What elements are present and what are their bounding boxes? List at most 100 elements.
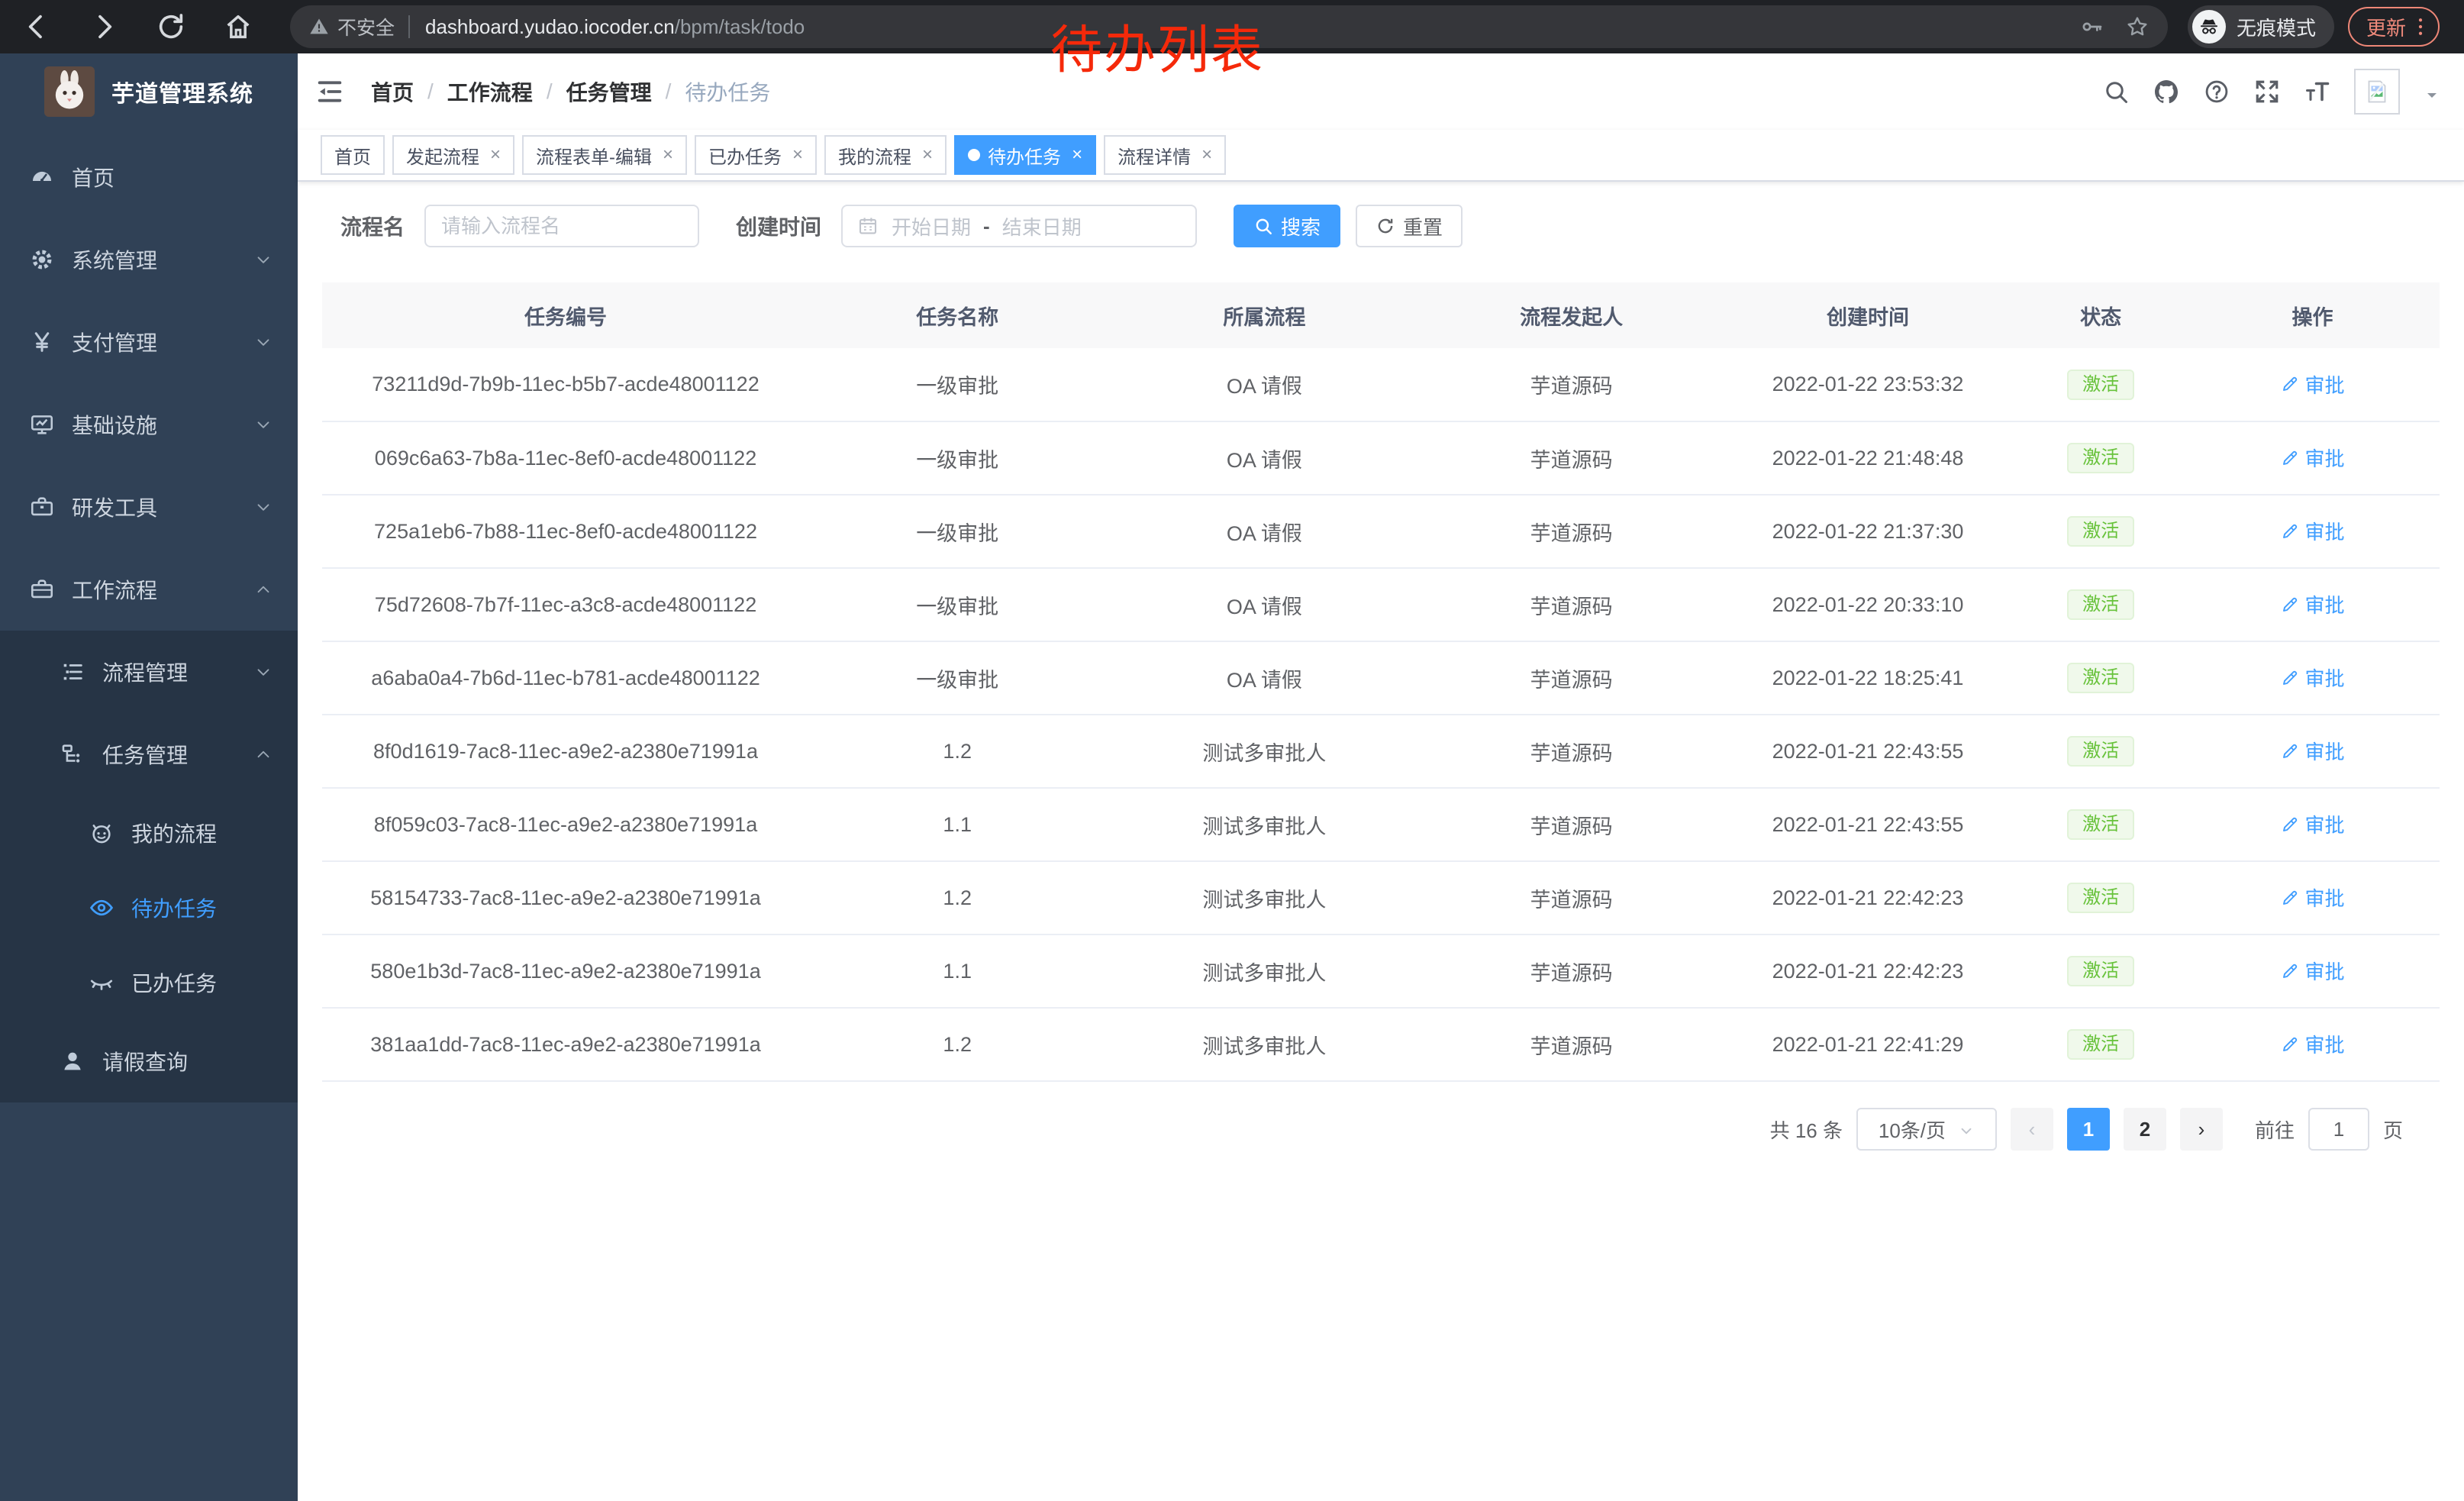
- status-badge: 激活: [2067, 589, 2134, 620]
- next-page-button[interactable]: ›: [2180, 1108, 2223, 1151]
- forward-icon[interactable]: [89, 11, 119, 42]
- tab-0[interactable]: 首页: [321, 135, 385, 175]
- approve-link[interactable]: 审批: [2281, 517, 2345, 545]
- approve-link[interactable]: 审批: [2281, 737, 2345, 765]
- action-cell: 审批: [2185, 568, 2440, 641]
- sidebar-item-11[interactable]: 请假查询: [0, 1020, 298, 1102]
- sidebar-item-4[interactable]: 研发工具: [0, 466, 298, 548]
- sidebar-item-5[interactable]: 工作流程: [0, 548, 298, 631]
- close-icon[interactable]: ×: [490, 146, 501, 164]
- tab-1[interactable]: 发起流程 ×: [392, 135, 514, 175]
- sidebar-item-1[interactable]: 系统管理: [0, 218, 298, 301]
- sidebar-item-6[interactable]: 流程管理: [0, 631, 298, 713]
- task-id-cell: 75d72608-7b7f-11ec-a3c8-acde48001122: [322, 568, 809, 641]
- sidebar-item-3[interactable]: 基础设施: [0, 383, 298, 466]
- tab-label: 发起流程: [406, 142, 479, 169]
- sidebar-item-label: 工作流程: [72, 574, 157, 605]
- status-cell: 激活: [2016, 421, 2185, 495]
- github-icon[interactable]: [2153, 78, 2180, 105]
- process-icon: [60, 659, 85, 685]
- help-icon[interactable]: [2203, 78, 2230, 105]
- update-button[interactable]: 更新: [2348, 7, 2440, 47]
- address-bar[interactable]: 不安全 dashboard.yudao.iocoder.cn/bpm/task/…: [290, 5, 2168, 48]
- created-time-cell: 2022-01-22 21:37:30: [1720, 495, 2016, 568]
- url-path: /bpm/task/todo: [675, 15, 805, 39]
- approve-link[interactable]: 审批: [2281, 957, 2345, 985]
- sidebar-item-8[interactable]: 我的流程: [0, 796, 298, 870]
- task-name-cell: 1.2: [809, 861, 1105, 934]
- tab-label: 流程详情: [1118, 142, 1191, 169]
- task-name-cell: 一级审批: [809, 421, 1105, 495]
- avatar[interactable]: [2354, 69, 2400, 115]
- reset-button[interactable]: 重置: [1356, 205, 1463, 247]
- breadcrumb-item[interactable]: 工作流程: [447, 76, 533, 107]
- fullscreen-icon[interactable]: [2253, 78, 2281, 105]
- status-badge: 激活: [2067, 370, 2134, 400]
- status-badge: 激活: [2067, 1029, 2134, 1060]
- page-size-select[interactable]: 10条/页: [1856, 1108, 1997, 1151]
- security-chip[interactable]: 不安全: [337, 13, 395, 40]
- date-range-picker[interactable]: 开始日期 - 结束日期: [841, 205, 1197, 247]
- starter-cell: 芋道源码: [1423, 1008, 1719, 1081]
- close-icon[interactable]: ×: [1072, 146, 1082, 164]
- process-name-input[interactable]: [424, 205, 699, 247]
- close-icon[interactable]: ×: [922, 146, 933, 164]
- sidebar-item-9[interactable]: 待办任务: [0, 870, 298, 945]
- column-header-starter: 流程发起人: [1423, 282, 1719, 348]
- breadcrumb-item[interactable]: 任务管理: [566, 76, 652, 107]
- browser-menu-icon[interactable]: [2409, 15, 2432, 38]
- incognito-label: 无痕模式: [2237, 13, 2316, 41]
- search-button[interactable]: 搜索: [1234, 205, 1340, 247]
- sidebar-item-0[interactable]: 首页: [0, 136, 298, 218]
- status-cell: 激活: [2016, 1008, 2185, 1081]
- action-cell: 审批: [2185, 495, 2440, 568]
- starter-cell: 芋道源码: [1423, 715, 1719, 788]
- column-header-process: 所属流程: [1105, 282, 1423, 348]
- approve-link[interactable]: 审批: [2281, 444, 2345, 472]
- approve-link[interactable]: 审批: [2281, 590, 2345, 618]
- close-icon[interactable]: ×: [792, 146, 803, 164]
- breadcrumb-item[interactable]: 首页: [371, 76, 414, 107]
- approve-link[interactable]: 审批: [2281, 370, 2345, 399]
- action-cell: 审批: [2185, 421, 2440, 495]
- sidebar-item-7[interactable]: 任务管理: [0, 713, 298, 796]
- home-icon[interactable]: [223, 11, 253, 42]
- tab-4[interactable]: 我的流程×: [824, 135, 947, 175]
- caret-down-icon[interactable]: [2423, 82, 2441, 101]
- edit-icon: [2281, 889, 2299, 907]
- star-icon[interactable]: [2125, 15, 2150, 39]
- process-cell: 测试多审批人: [1105, 1008, 1423, 1081]
- hamburger-fold-icon[interactable]: [314, 76, 345, 107]
- sidebar-item-2[interactable]: 支付管理: [0, 301, 298, 383]
- chevron-down-icon: [253, 332, 273, 352]
- fontsize-icon[interactable]: [2304, 78, 2331, 105]
- close-icon[interactable]: ×: [1201, 146, 1212, 164]
- tab-3[interactable]: 已办任务×: [695, 135, 817, 175]
- search-icon[interactable]: [2102, 78, 2130, 105]
- reload-icon[interactable]: [156, 11, 186, 42]
- approve-link[interactable]: 审批: [2281, 883, 2345, 912]
- goto-label: 前往: [2255, 1115, 2295, 1144]
- back-icon[interactable]: [21, 11, 52, 42]
- task-name-cell: 1.1: [809, 934, 1105, 1008]
- starter-cell: 芋道源码: [1423, 421, 1719, 495]
- close-icon[interactable]: ×: [663, 146, 673, 164]
- tab-label: 流程表单-编辑: [536, 142, 652, 169]
- approve-link[interactable]: 审批: [2281, 810, 2345, 838]
- tab-2[interactable]: 流程表单-编辑 ×: [522, 135, 687, 175]
- tab-6[interactable]: 流程详情 ×: [1104, 135, 1226, 175]
- task-name-cell: 一级审批: [809, 641, 1105, 715]
- chevron-down-icon: [1958, 1121, 1975, 1138]
- goto-page-input[interactable]: [2308, 1108, 2369, 1151]
- prev-page-button[interactable]: ‹: [2011, 1108, 2053, 1151]
- approve-link[interactable]: 审批: [2281, 663, 2345, 692]
- sidebar-item-10[interactable]: 已办任务: [0, 945, 298, 1020]
- sidebar-item-label: 请假查询: [102, 1046, 188, 1077]
- page-button-1[interactable]: 1: [2067, 1108, 2110, 1151]
- incognito-icon: [2192, 10, 2226, 44]
- tab-5[interactable]: 待办任务×: [954, 135, 1096, 175]
- key-icon[interactable]: [2079, 15, 2104, 39]
- approve-link[interactable]: 审批: [2281, 1030, 2345, 1058]
- app-logo[interactable]: 芋道管理系统: [0, 53, 298, 130]
- page-button-2[interactable]: 2: [2124, 1108, 2166, 1151]
